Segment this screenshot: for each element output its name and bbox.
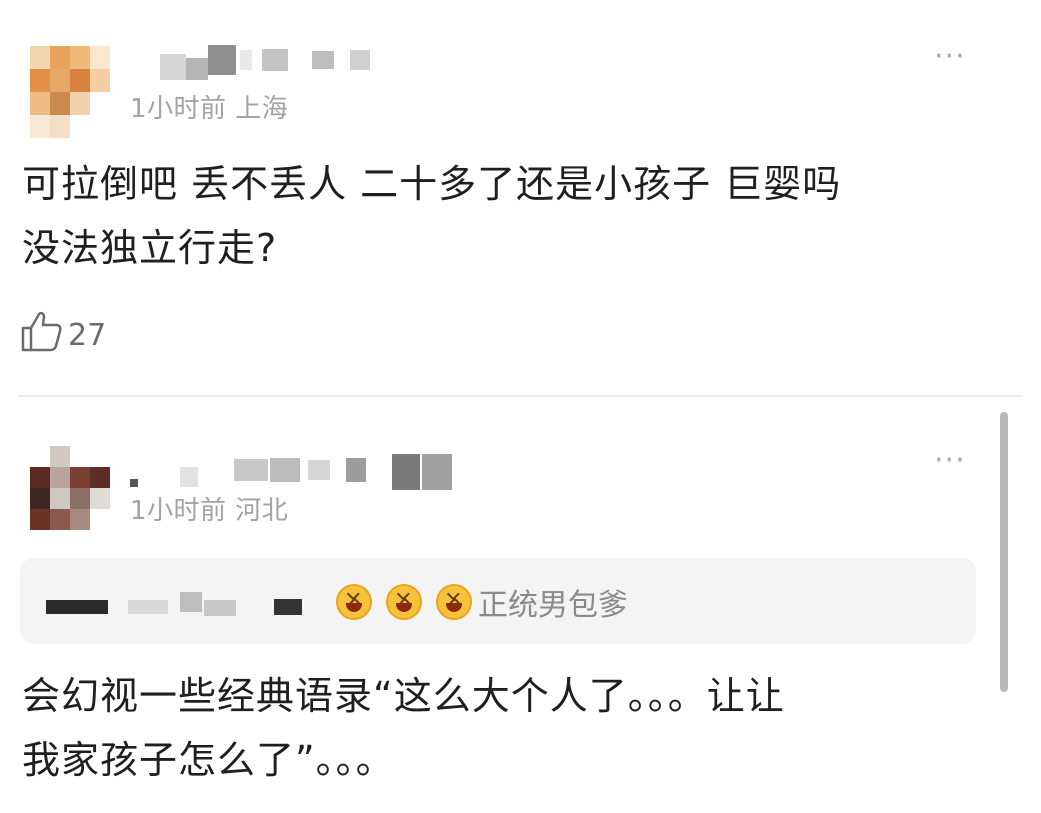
comment-text: 可拉倒吧 丢不丢人 二十多了还是小孩子 巨婴吗 没法独立行走? [22, 152, 1012, 280]
comment-time-location: 1小时前 河北 [130, 496, 289, 526]
comment-text-line-1: 可拉倒吧 丢不丢人 二十多了还是小孩子 巨婴吗 [22, 162, 842, 206]
quoted-reply[interactable]: 正统男包爹 [20, 558, 976, 644]
comment-text-line-2: 没法独立行走? [22, 226, 278, 270]
comment-text-line-2: 我家孩子怎么了”。。。 [22, 738, 395, 782]
username-blurred[interactable] [160, 40, 370, 80]
comment-text-line-1: 会幻视一些经典语录“这么大个人了。。。让让 [22, 674, 785, 718]
laughing-emoji-icon [386, 584, 422, 620]
avatar[interactable] [30, 46, 110, 138]
like-count: 27 [68, 317, 107, 353]
like-button[interactable]: 27 [20, 308, 106, 362]
avatar[interactable] [30, 446, 110, 530]
divider [18, 395, 1023, 397]
scrollbar[interactable] [1000, 412, 1008, 692]
quoted-suffix: 正统男包爹 [478, 588, 628, 623]
comment-time-location: 1小时前 上海 [130, 94, 289, 124]
thumbs-up-icon [20, 308, 64, 362]
username-blurred[interactable] [130, 448, 452, 492]
quoted-username-blurred [46, 588, 302, 616]
laughing-emoji-icon [336, 584, 372, 620]
comment-text: 会幻视一些经典语录“这么大个人了。。。让让 我家孩子怎么了”。。。 [22, 664, 1002, 792]
more-options-icon[interactable]: ··· [934, 42, 966, 72]
quoted-reply-content: 正统男包爹 [46, 580, 628, 624]
more-options-icon[interactable]: ··· [934, 446, 966, 476]
laughing-emoji-icon [436, 584, 472, 620]
